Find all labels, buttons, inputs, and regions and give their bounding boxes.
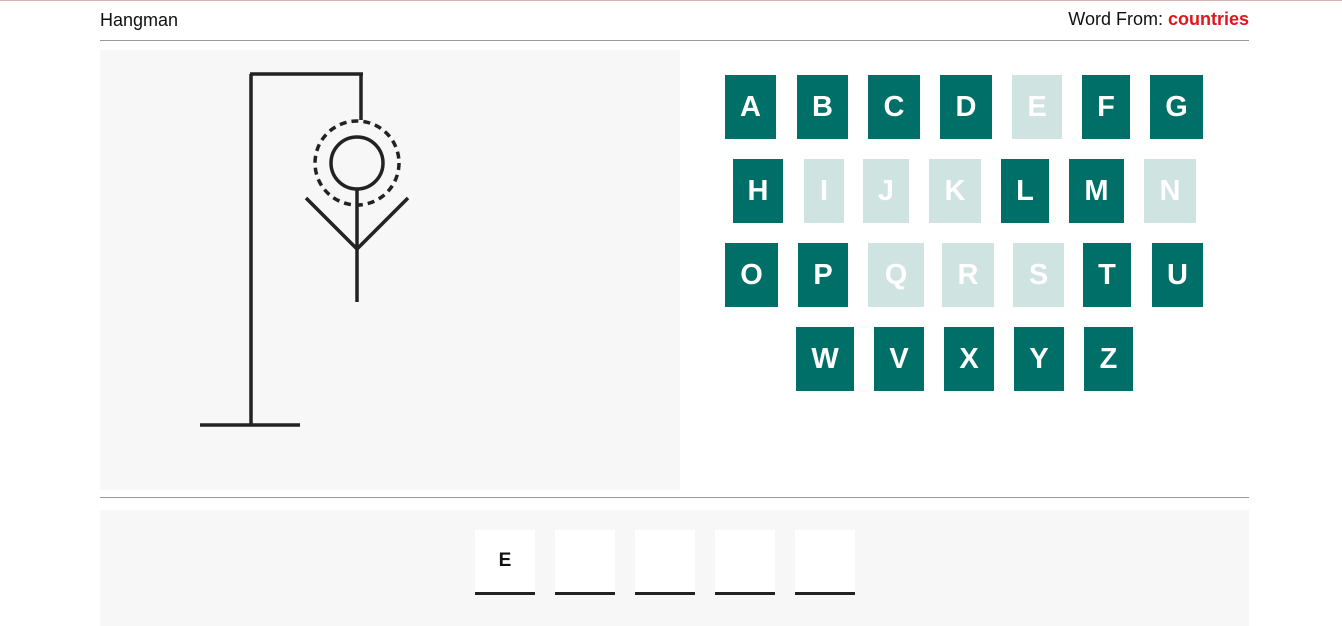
divider <box>100 497 1249 498</box>
letter-key-v[interactable]: V <box>874 327 924 391</box>
letter-key-o[interactable]: O <box>725 243 778 307</box>
letter-key-r[interactable]: R <box>942 243 994 307</box>
letter-key-p[interactable]: P <box>798 243 848 307</box>
letter-key-b[interactable]: B <box>797 75 848 139</box>
letter-key-a[interactable]: A <box>725 75 776 139</box>
letter-key-h[interactable]: H <box>733 159 783 223</box>
letter-key-n[interactable]: N <box>1144 159 1196 223</box>
letter-key-y[interactable]: Y <box>1014 327 1064 391</box>
letter-slot <box>555 530 615 595</box>
letter-key-l[interactable]: L <box>1001 159 1049 223</box>
letter-key-x[interactable]: X <box>944 327 994 391</box>
gallows-panel <box>100 50 680 490</box>
letter-key-t[interactable]: T <box>1083 243 1131 307</box>
letter-slot: E <box>475 530 535 595</box>
letter-key-d[interactable]: D <box>940 75 992 139</box>
word-from-label: Word From: <box>1068 9 1168 29</box>
letter-key-k[interactable]: K <box>929 159 981 223</box>
header: Hangman Word From: countries <box>100 1 1249 41</box>
letter-key-q[interactable]: Q <box>868 243 924 307</box>
word-category: Word From: countries <box>1068 9 1249 30</box>
word-panel: E <box>100 510 1249 626</box>
letter-key-j[interactable]: J <box>863 159 909 223</box>
letter-slot <box>635 530 695 595</box>
letter-key-m[interactable]: M <box>1069 159 1124 223</box>
figure-head <box>329 135 385 191</box>
letter-key-g[interactable]: G <box>1150 75 1203 139</box>
hangman-drawing <box>200 72 410 427</box>
letter-key-i[interactable]: I <box>804 159 844 223</box>
letter-key-e[interactable]: E <box>1012 75 1062 139</box>
app-title: Hangman <box>100 10 179 30</box>
category-name: countries <box>1167 9 1249 29</box>
letter-key-u[interactable]: U <box>1152 243 1203 307</box>
letter-key-c[interactable]: C <box>868 75 920 139</box>
letter-key-f[interactable]: F <box>1082 75 1130 139</box>
letter-key-s[interactable]: S <box>1013 243 1064 307</box>
figure-right-arm <box>355 196 410 251</box>
letter-slot <box>715 530 775 595</box>
letter-key-w[interactable]: W <box>796 327 854 391</box>
letter-slot <box>795 530 855 595</box>
letter-key-z[interactable]: Z <box>1084 327 1133 391</box>
